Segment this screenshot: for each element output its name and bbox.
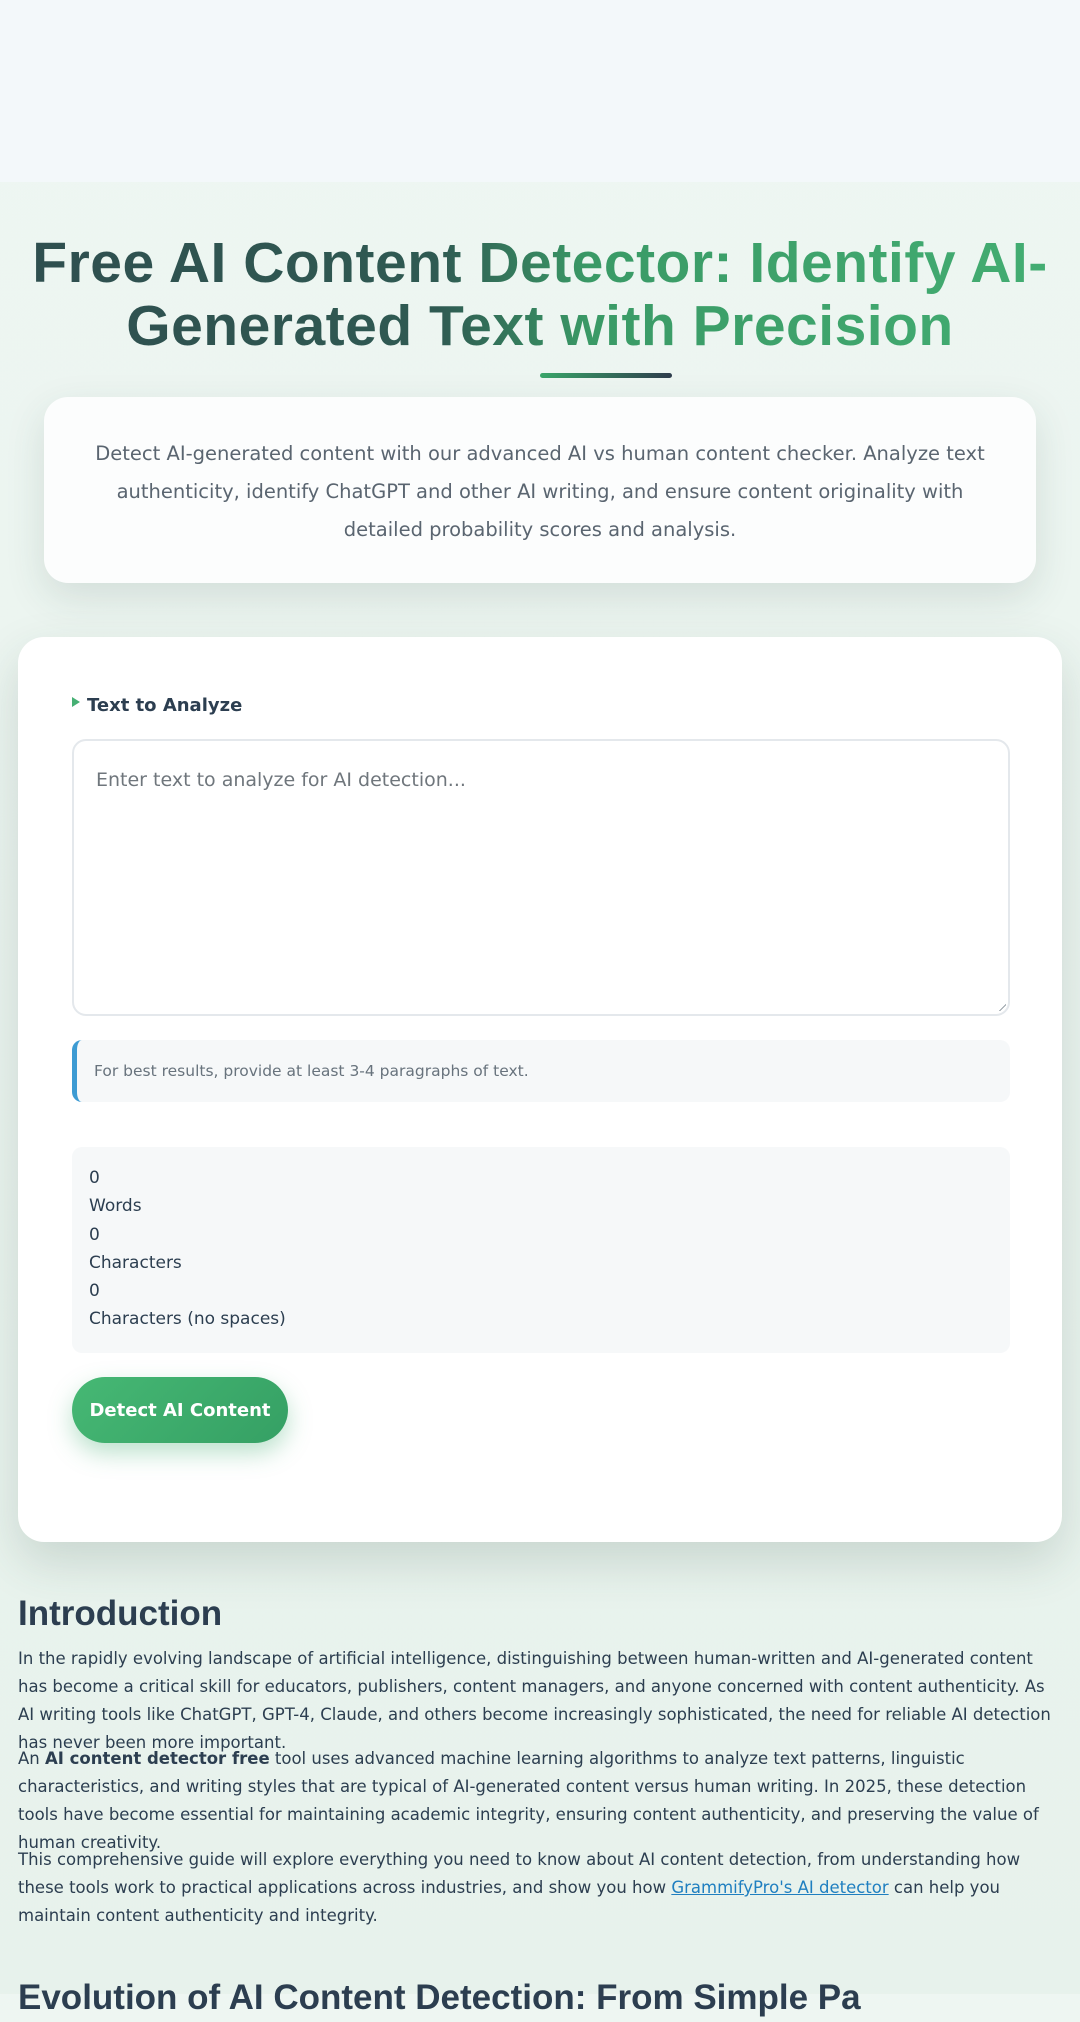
char-count-value: 0 bbox=[89, 1224, 100, 1245]
char-count-label: Characters bbox=[89, 1252, 182, 1273]
title-underline bbox=[540, 373, 672, 378]
text-stats-panel: 0 Words 0 Characters 0 Characters (no sp… bbox=[72, 1147, 1010, 1353]
intro-paragraph-3: This comprehensive guide will explore ev… bbox=[18, 1846, 1064, 1930]
intro-paragraph-2-bold: AI content detector free bbox=[45, 1749, 270, 1768]
word-count-label: Words bbox=[89, 1196, 142, 1217]
top-header-bar bbox=[0, 0, 1080, 182]
detect-ai-content-button[interactable]: Detect AI Content bbox=[72, 1377, 288, 1443]
intro-paragraph-2: An AI content detector free tool uses ad… bbox=[18, 1745, 1064, 1857]
intro-paragraph-2-prefix: An bbox=[18, 1749, 45, 1768]
char-nospace-count-value: 0 bbox=[89, 1281, 100, 1302]
text-input-label-row: Text to Analyze bbox=[72, 690, 242, 720]
ai-detector-link[interactable]: GrammifyPro's AI detector bbox=[671, 1878, 888, 1897]
triangle-marker-icon bbox=[72, 697, 80, 707]
resize-handle-icon[interactable] bbox=[998, 1003, 1006, 1011]
section-heading-evolution: Evolution of AI Content Detection: From … bbox=[18, 1978, 861, 2017]
section-heading-introduction: Introduction bbox=[18, 1594, 223, 1633]
hint-notice: For best results, provide at least 3-4 p… bbox=[72, 1040, 1010, 1102]
word-count-value: 0 bbox=[89, 1168, 100, 1188]
intro-description: Detect AI-generated content with our adv… bbox=[95, 442, 985, 541]
char-nospace-count-label: Characters (no spaces) bbox=[89, 1309, 286, 1330]
intro-card: Detect AI-generated content with our adv… bbox=[44, 397, 1036, 583]
intro-paragraph-1-text: In the rapidly evolving landscape of art… bbox=[18, 1649, 1051, 1752]
page-title: Free AI Content Detector: Identify AI-Ge… bbox=[30, 232, 1050, 358]
text-input-area[interactable] bbox=[72, 739, 1010, 1016]
detector-tool-card: Text to Analyze For best results, provid… bbox=[18, 637, 1062, 1542]
hint-text: For best results, provide at least 3-4 p… bbox=[94, 1062, 529, 1080]
intro-paragraph-1: In the rapidly evolving landscape of art… bbox=[18, 1645, 1064, 1757]
text-input-label: Text to Analyze bbox=[87, 694, 243, 716]
